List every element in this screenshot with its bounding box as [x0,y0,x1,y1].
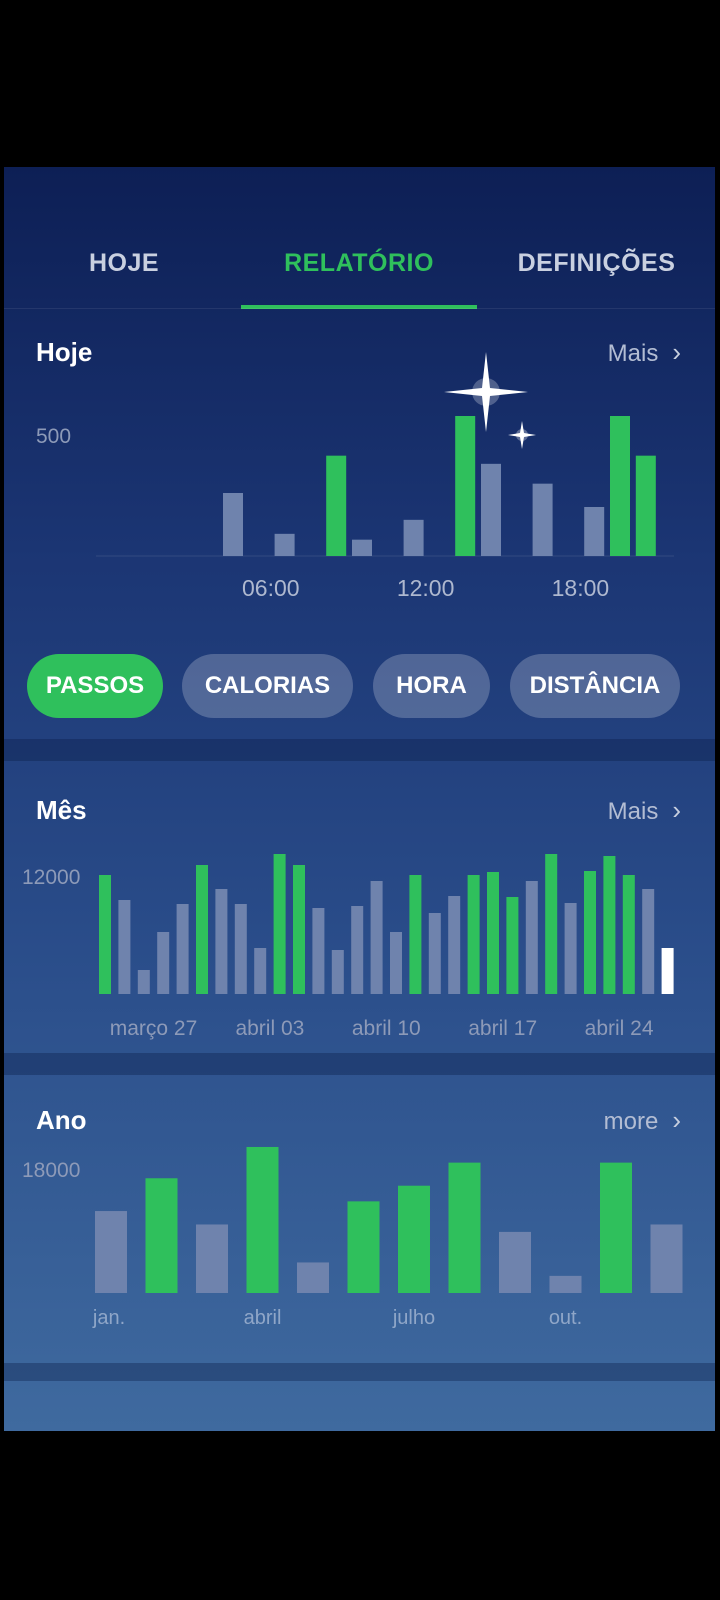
year-xtick-label: abril [244,1307,282,1329]
year-bar [95,1211,127,1293]
year-xtick-label: julho [392,1307,435,1329]
year-steps-chart: 18000 jan. abril julho out. [22,1146,683,1329]
year-bar [650,1224,683,1293]
year-bar [246,1146,279,1293]
year-ytick-label: 18000 [22,1159,80,1182]
year-bar [549,1275,582,1293]
year-bar [398,1185,430,1293]
year-bar [297,1262,329,1293]
year-bar [145,1178,178,1293]
year-bar [499,1231,531,1293]
year-bar [448,1162,481,1293]
section-separator [4,1363,715,1381]
year-bar [196,1224,228,1293]
year-xtick-label: jan. [92,1307,125,1329]
year-xtick-label: out. [549,1307,582,1329]
year-bar [600,1162,632,1293]
year-bar [347,1201,380,1293]
report-screen: HOJE RELATÓRIO DEFINIÇÕES Hoje Mais › 500… [4,167,715,1431]
